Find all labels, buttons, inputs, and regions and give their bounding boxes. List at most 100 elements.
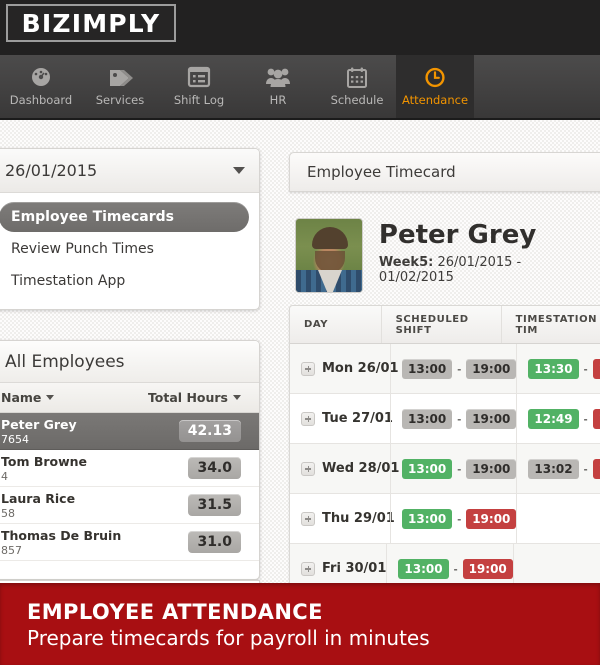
dash-separator: - (457, 411, 462, 426)
expand-plus-icon[interactable] (301, 461, 315, 476)
date-and-menu-panel: 26/01/2015 Employee Timecards Review Pun… (0, 148, 260, 310)
nav-item-services[interactable]: Services (81, 55, 159, 118)
employee-list-item[interactable]: Laura Rice 58 31.5 (0, 487, 259, 524)
nav-item-dashboard[interactable]: Dashboard (2, 55, 80, 118)
sort-by-total-hours[interactable]: Total Hours (148, 390, 241, 405)
scheduled-start-chip[interactable]: 13:00 (398, 558, 449, 579)
employee-identity: Thomas De Bruin 857 (1, 528, 121, 557)
page-title: Peter Grey (378, 220, 537, 250)
employee-id: 857 (1, 543, 22, 557)
dash-separator: - (457, 511, 462, 526)
day-label: Wed 28/01 (322, 461, 400, 476)
avatar (295, 218, 363, 293)
nav-item-hr[interactable]: HR (239, 55, 317, 118)
employee-name: Laura Rice (1, 490, 76, 506)
punch-out-chip[interactable]: 19:2 (592, 408, 600, 429)
scheduled-end-chip[interactable]: 19:00 (466, 508, 517, 529)
table-row[interactable]: Mon 26/01 13:00 - 19:00 13:30 - 18:2 (290, 344, 600, 394)
employee-identity: Peter Grey 7654 (1, 417, 77, 446)
employee-timecard-title-bar: Employee Timecard (289, 152, 600, 192)
expand-plus-icon[interactable] (301, 361, 315, 376)
table-header-row: DAY SCHEDULED SHIFT TIMESTATION TIM (290, 306, 600, 344)
clock-icon (422, 66, 448, 90)
week-range: Week5: 26/01/2015 - 01/02/2015 (379, 255, 600, 285)
employee-id: 4 (1, 469, 8, 483)
column-header-scheduled-shift: SCHEDULED SHIFT (380, 306, 501, 343)
menu-item-timestation-app[interactable]: Timestation App (0, 266, 249, 296)
nav-label-dashboard: Dashboard (9, 93, 73, 107)
nav-label-attendance: Attendance (401, 93, 469, 107)
menu-item-label: Employee Timecards (11, 209, 175, 225)
timestation-time-cell: 13:30 - 18:2 (516, 344, 600, 393)
dash-separator: - (453, 561, 458, 576)
column-header-day: DAY (304, 319, 329, 330)
employee-total-hours: 31.0 (188, 531, 241, 553)
scheduled-end-chip[interactable]: 19:00 (466, 458, 517, 479)
menu-item-label: Timestation App (11, 273, 126, 289)
nav-item-schedule[interactable]: Schedule (318, 55, 396, 118)
dash-separator: - (583, 411, 588, 426)
menu-item-review-punch-times[interactable]: Review Punch Times (0, 234, 249, 264)
scheduled-end-chip[interactable]: 19:00 (466, 408, 517, 429)
expand-plus-icon[interactable] (301, 411, 315, 426)
calendar-icon (344, 66, 370, 90)
timestation-time-cell: 13:02 - 19:4 (516, 444, 600, 493)
sort-hours-label: Total Hours (147, 390, 228, 405)
punch-in-chip[interactable]: 13:02 (528, 458, 579, 479)
attendance-submenu: Employee Timecards Review Punch Times Ti… (0, 193, 259, 308)
all-employees-header: All Employees (0, 341, 259, 383)
day-cell: Wed 28/01 (290, 444, 399, 493)
expand-plus-icon[interactable] (301, 561, 315, 576)
punch-in-chip[interactable]: 13:30 (528, 358, 579, 379)
menu-item-employee-timecards[interactable]: Employee Timecards (0, 202, 249, 232)
dash-separator: - (457, 361, 462, 376)
app-logo[interactable]: BIZIMPLY (6, 4, 176, 42)
scheduled-start-chip[interactable]: 13:00 (402, 408, 453, 429)
scheduled-shift-cell: 13:00 - 19:00 (390, 344, 517, 393)
employee-total-hours: 34.0 (188, 457, 241, 479)
main-navigation: Dashboard Services Shift Log HR Schedule… (0, 55, 600, 120)
date-picker[interactable]: 26/01/2015 (0, 149, 259, 193)
employee-total-hours: 31.5 (188, 494, 241, 516)
people-group-icon (265, 66, 291, 90)
all-employees-title: All Employees (5, 351, 125, 372)
employee-list-item[interactable]: Thomas De Bruin 857 31.0 (0, 524, 259, 561)
day-label: Thu 29/01 (322, 511, 395, 526)
dash-separator: - (583, 461, 588, 476)
tag-icon (107, 66, 133, 90)
punch-out-chip[interactable]: 19:4 (592, 458, 600, 479)
promo-banner-title: EMPLOYEE ATTENDANCE (27, 600, 323, 624)
timestation-time-cell: 12:49 - 19:2 (516, 394, 600, 443)
chevron-down-icon[interactable] (233, 167, 245, 174)
chevron-down-icon (46, 395, 55, 400)
sort-by-name[interactable]: Name (1, 390, 55, 405)
dash-separator: - (457, 461, 462, 476)
table-row[interactable]: Tue 27/01 13:00 - 19:00 12:49 - 19:2 (290, 394, 600, 444)
employee-name: Tom Browne (1, 453, 88, 469)
scheduled-start-chip[interactable]: 13:00 (402, 358, 453, 379)
scheduled-start-chip[interactable]: 13:00 (402, 458, 453, 479)
scheduled-start-chip[interactable]: 13:00 (402, 508, 453, 529)
timestation-time-cell (516, 494, 600, 543)
scheduled-end-chip[interactable]: 19:00 (466, 358, 517, 379)
employee-id: 58 (1, 506, 15, 520)
dashboard-gauge-icon (28, 66, 54, 90)
scheduled-end-chip[interactable]: 19:00 (462, 558, 513, 579)
table-row[interactable]: Thu 29/01 13:00 - 19:00 (290, 494, 600, 544)
dash-separator: - (583, 361, 588, 376)
nav-item-attendance[interactable]: Attendance (396, 55, 474, 118)
day-label: Tue 27/01 (322, 411, 393, 426)
employee-name: Peter Grey (1, 416, 77, 432)
promo-banner-subtitle: Prepare timecards for payroll in minutes (27, 626, 430, 650)
nav-item-shift-log[interactable]: Shift Log (160, 55, 238, 118)
punch-in-chip[interactable]: 12:49 (528, 408, 579, 429)
timecard-employee-header: Peter Grey Week5: 26/01/2015 - 01/02/201… (295, 218, 600, 293)
punch-out-chip[interactable]: 18:2 (592, 358, 600, 379)
logo-text: BIZIMPLY (21, 8, 161, 38)
table-row[interactable]: Wed 28/01 13:00 - 19:00 13:02 - 19:4 (290, 444, 600, 494)
employee-list-item[interactable]: Peter Grey 7654 42.13 (0, 413, 259, 450)
expand-plus-icon[interactable] (301, 511, 315, 526)
avatar-shirt (296, 270, 362, 292)
employee-list-item[interactable]: Tom Browne 4 34.0 (0, 450, 259, 487)
all-employees-panel: All Employees Name Total Hours Peter Gre… (0, 340, 260, 580)
